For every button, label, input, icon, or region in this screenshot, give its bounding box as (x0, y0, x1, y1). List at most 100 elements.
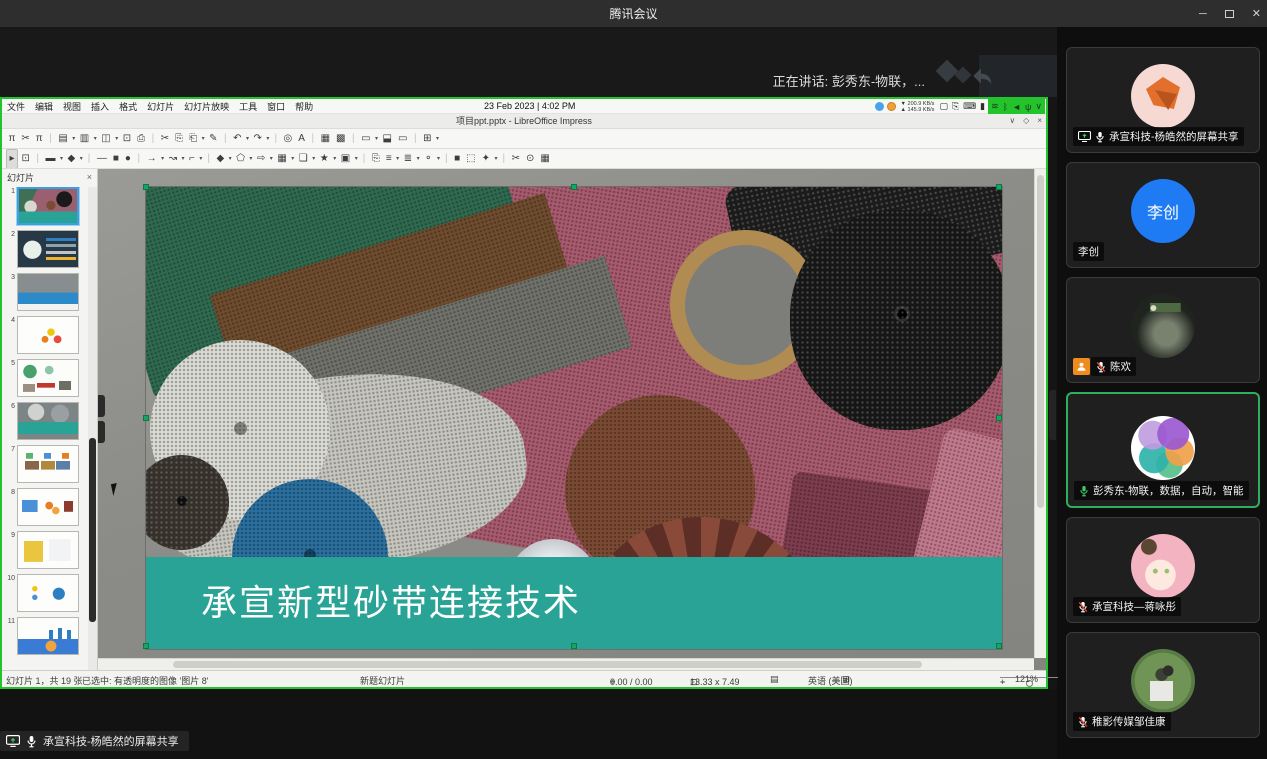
paste-icon[interactable]: ⎗ (187, 130, 200, 148)
crop-icon[interactable]: ⬚ (464, 150, 478, 168)
find-replace-icon[interactable]: ◎ (281, 130, 295, 148)
arrange-icon[interactable]: ≣ (401, 150, 414, 168)
caret-icon[interactable]: ▾ (93, 130, 98, 148)
stars-icon[interactable]: ★ (317, 150, 331, 168)
caret-icon[interactable]: ▾ (201, 130, 206, 148)
battery-icon[interactable]: ▮ (980, 101, 985, 112)
panel-collapse-grip[interactable] (98, 421, 105, 443)
caret-icon[interactable]: ▾ (228, 150, 233, 168)
shadow-icon[interactable]: ■ (452, 150, 463, 168)
zoom-level[interactable]: 121% (1015, 674, 1038, 684)
rectangle-icon[interactable]: ■ (110, 150, 121, 168)
mic-tray-icon[interactable]: ψ (1025, 102, 1031, 112)
slide-thumbnail-7[interactable]: 7 (4, 445, 88, 483)
zoom-pan-icon[interactable]: ⊡ (19, 150, 32, 168)
save-icon[interactable]: ◫ (99, 130, 113, 148)
selection-handle[interactable] (143, 184, 149, 190)
slide-thumbnail-5[interactable]: 5 (4, 359, 88, 397)
panel-collapse-grip[interactable] (98, 395, 105, 417)
caret-icon[interactable]: ▾ (269, 150, 274, 168)
block-arrows-icon[interactable]: ⇨ (254, 150, 267, 168)
caret-icon[interactable]: ▾ (59, 150, 64, 168)
impress-close-button[interactable]: × (1037, 114, 1042, 128)
redo-icon[interactable]: ↷ (251, 130, 264, 148)
minimize-button[interactable]: ─ (1199, 8, 1207, 20)
zoom-fit-icon[interactable]: ⊞ (842, 674, 850, 685)
gallery-icon[interactable]: ▦ (538, 150, 552, 168)
slide-thumbnail-10[interactable]: 10 (4, 574, 88, 612)
slide-thumbnail-8[interactable]: 8 (4, 488, 88, 526)
selection-handle[interactable] (143, 643, 149, 649)
selection-handle[interactable] (996, 643, 1002, 649)
selection-handle[interactable] (143, 415, 149, 421)
insert-table-icon[interactable]: ⊞ (421, 130, 434, 148)
abrasive-products-image[interactable] (146, 187, 1002, 557)
3d-objects-icon[interactable]: ▣ (338, 150, 352, 168)
sidebar-collapse-grip[interactable] (1049, 390, 1056, 440)
character-icon[interactable]: A (296, 130, 308, 148)
grid-icon[interactable]: ▦ (318, 130, 332, 148)
caret-icon[interactable]: ▾ (114, 130, 119, 148)
canvas-horizontal-scrollbar[interactable] (98, 658, 1034, 670)
caret-icon[interactable]: ▾ (79, 150, 84, 168)
menu-slideshow[interactable]: 幻灯片放映 (179, 100, 234, 113)
select-icon[interactable]: ▸ (6, 149, 18, 169)
texmaths-equation-icon[interactable]: π (6, 130, 18, 148)
menu-window[interactable]: 窗口 (262, 100, 290, 113)
export-pdf-icon[interactable]: ⊡ (120, 130, 133, 148)
caret-icon[interactable]: ▾ (354, 150, 359, 168)
undo-icon[interactable]: ↶ (231, 130, 244, 148)
menu-format[interactable]: 格式 (114, 100, 142, 113)
selection-handle[interactable] (571, 643, 577, 649)
flowchart-icon[interactable]: ▦ (275, 150, 289, 168)
open-icon[interactable]: ▥ (77, 130, 91, 148)
menu-tools[interactable]: 工具 (234, 100, 262, 113)
participant-tile-sharer[interactable]: 承宣科技-杨皓然的屏幕共享 (1066, 47, 1260, 153)
caret-icon[interactable]: ▾ (332, 150, 337, 168)
caret-icon[interactable]: ▾ (248, 150, 253, 168)
caret-icon[interactable]: ▾ (180, 150, 185, 168)
caret-icon[interactable]: ▾ (374, 130, 379, 148)
line-icon[interactable]: — (94, 150, 109, 168)
caret-icon[interactable]: ▾ (435, 130, 440, 148)
participant-tile-lichuang[interactable]: 李创 李创 (1066, 162, 1260, 268)
slide-thumbnail-6[interactable]: 6 (4, 402, 88, 440)
panel-scrollbar[interactable] (88, 187, 97, 670)
menu-edit[interactable]: 编辑 (30, 100, 58, 113)
points-icon[interactable]: ✂ (509, 150, 522, 168)
caret-icon[interactable]: ▾ (311, 150, 316, 168)
slide-title-banner[interactable]: 承宣新型砂带连接技术 (146, 557, 1002, 649)
wifi-icon[interactable]: ≋ (991, 101, 999, 112)
align-icon[interactable]: ≡ (383, 150, 394, 168)
caret-icon[interactable]: ▾ (494, 150, 499, 168)
bluetooth-icon[interactable]: ᛒ (1003, 102, 1008, 112)
gluepoints-icon[interactable]: ⊙ (524, 150, 537, 168)
caret-icon[interactable]: ▾ (160, 150, 165, 168)
menu-insert[interactable]: 插入 (86, 100, 114, 113)
slide-thumbnail-2[interactable]: 2 (4, 230, 88, 268)
zoom-in-button[interactable]: + (1000, 677, 1005, 687)
app-icon-orange[interactable] (887, 102, 896, 111)
selection-handle[interactable] (996, 415, 1002, 421)
slide-thumbnail-1[interactable]: 1 (4, 187, 88, 225)
participant-tile-zoujiakang[interactable]: 稚影传媒邹佳康 (1066, 632, 1260, 738)
slide-thumbnail-3[interactable]: 3 (4, 273, 88, 311)
maximize-button[interactable] (1225, 10, 1234, 18)
display-icon[interactable]: ▢ (939, 101, 948, 112)
impress-menu-button[interactable]: ∨ (1009, 114, 1015, 128)
curve-icon[interactable]: ↝ (166, 150, 179, 168)
menu-slide[interactable]: 幻灯片 (142, 100, 179, 113)
slide-editing-area[interactable]: 承宣新型砂带连接技术 (146, 187, 1002, 649)
new-document-icon[interactable]: ▤ (56, 130, 70, 148)
chevron-down-icon[interactable]: ∨ (1035, 101, 1042, 112)
clone-formatting-icon[interactable]: ✎ (207, 130, 220, 148)
distribute-icon[interactable]: ⚬ (422, 150, 435, 168)
slide-thumbnail-11[interactable]: 11 (4, 617, 88, 655)
selection-handle[interactable] (996, 184, 1002, 190)
texmaths-settings-icon[interactable]: π (33, 130, 45, 148)
master-slide-status[interactable]: 新题幻灯片 (360, 674, 405, 687)
participant-tile-chenhuan[interactable]: 陈欢 (1066, 277, 1260, 383)
caret-icon[interactable]: ▾ (71, 130, 76, 148)
copy-icon[interactable]: ⎘ (173, 130, 186, 148)
master-slide-icon[interactable]: ⬓ (380, 130, 394, 148)
